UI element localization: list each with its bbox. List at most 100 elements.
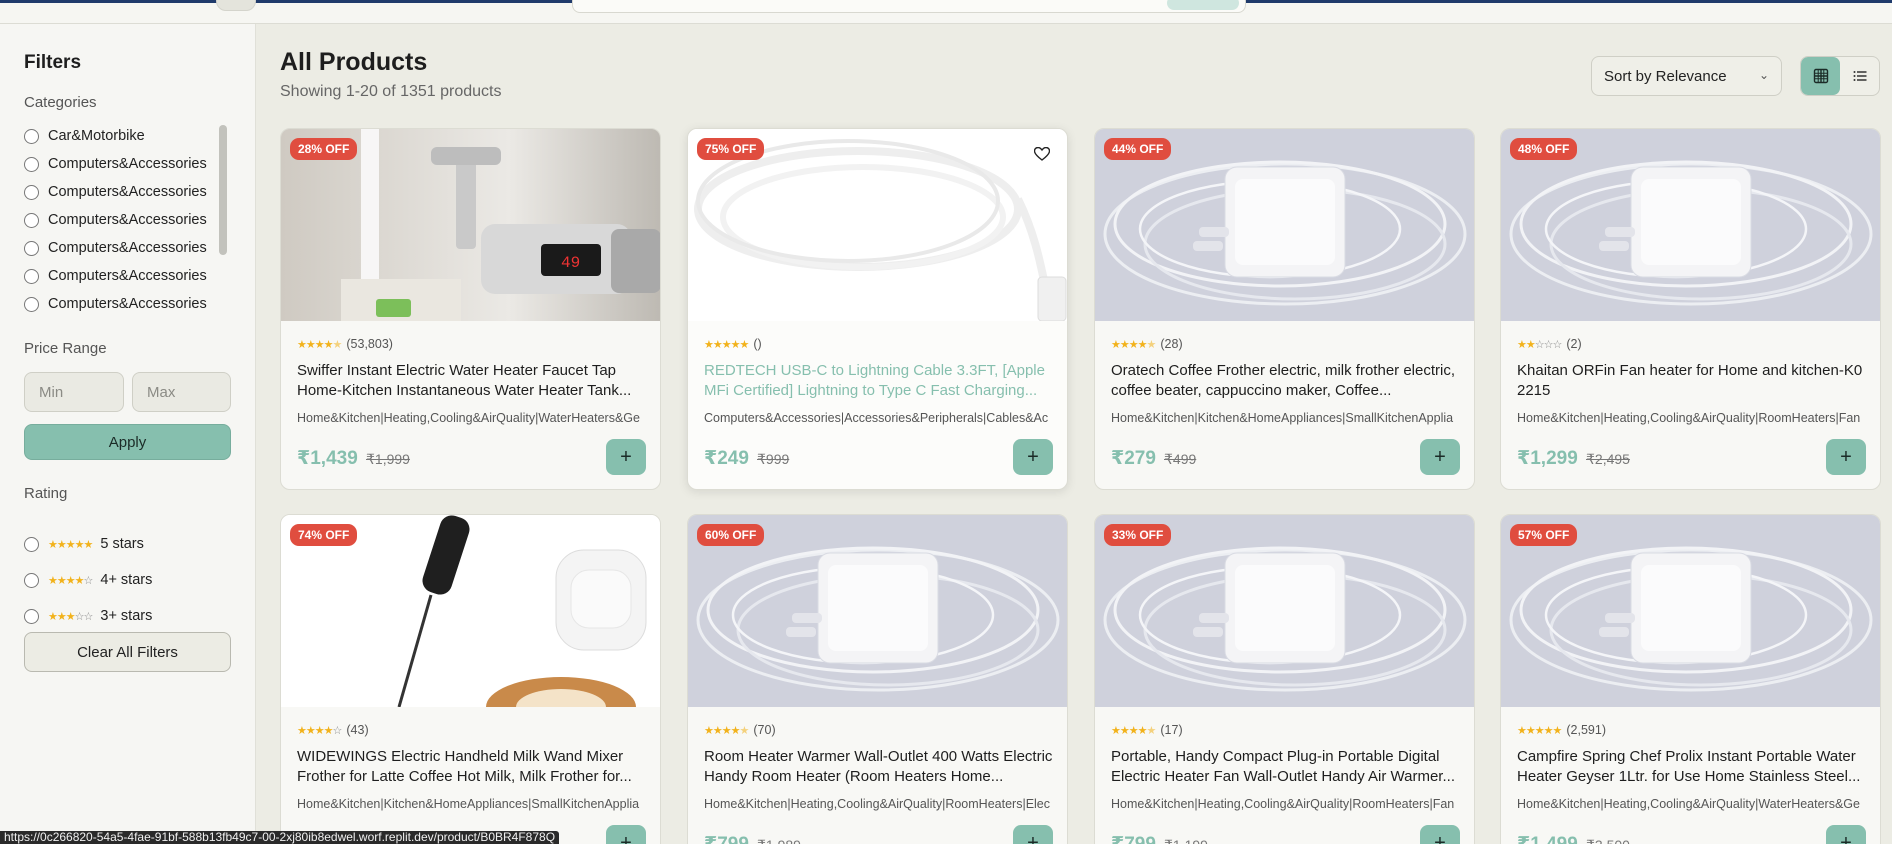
- product-price: ₹799: [1111, 833, 1156, 844]
- radio-button[interactable]: [24, 212, 39, 228]
- product-title[interactable]: REDTECH USB-C to Lightning Cable 3.3FT, …: [704, 361, 1054, 403]
- add-to-cart-button[interactable]: +: [606, 825, 646, 844]
- product-rating: ★★★★★ (28): [1111, 337, 1183, 351]
- add-to-cart-button[interactable]: +: [1013, 439, 1053, 475]
- product-title[interactable]: Oratech Coffee Frother electric, milk fr…: [1111, 361, 1461, 403]
- category-option[interactable]: Computers&Accessories: [24, 234, 224, 262]
- radio-button[interactable]: [24, 240, 39, 256]
- add-to-cart-button[interactable]: +: [1826, 825, 1866, 844]
- review-count: (53,803): [346, 337, 393, 351]
- star-rating-icon: ★★★★★: [704, 338, 749, 351]
- product-title[interactable]: Swiffer Instant Electric Water Heater Fa…: [297, 361, 647, 403]
- product-price: ₹279: [1111, 448, 1156, 469]
- product-title[interactable]: Campfire Spring Chef Prolix Instant Port…: [1517, 747, 1867, 789]
- rating-option[interactable]: ★★★★★ 5 stars: [24, 536, 144, 552]
- product-rating: ★★☆☆☆ (2): [1517, 337, 1582, 351]
- add-to-cart-button[interactable]: +: [606, 439, 646, 475]
- product-mrp: ₹1,199: [1164, 837, 1208, 844]
- category-scrollbar-thumb[interactable]: [219, 125, 227, 255]
- category-option[interactable]: Computers&Accessories: [24, 150, 224, 178]
- product-rating: ★★★★☆ (43): [297, 723, 369, 737]
- sort-dropdown[interactable]: Sort by Relevance ⌄: [1591, 56, 1782, 96]
- nav-pill-button[interactable]: [216, 0, 256, 11]
- product-card[interactable]: 44% OFF ★★★★★ (28) Oratech Coffee Frother e…: [1094, 128, 1475, 490]
- product-card[interactable]: 75% OFF ★★★★★ () REDTECH USB-C to Lightning…: [687, 128, 1068, 490]
- radio-button[interactable]: [24, 268, 39, 284]
- category-scrollbar[interactable]: [219, 125, 227, 319]
- list-view-button[interactable]: [1840, 57, 1879, 95]
- product-mrp: ₹1,999: [366, 451, 410, 467]
- results-count: Showing 1-20 of 1351 products: [280, 83, 502, 100]
- product-card[interactable]: 57% OFF ★★★★★ (2,591) Campfire Spring Chef …: [1500, 514, 1881, 844]
- radio-button[interactable]: [24, 572, 39, 588]
- radio-button[interactable]: [24, 296, 39, 312]
- product-title[interactable]: Khaitan ORFin Fan heater for Home and ki…: [1517, 361, 1867, 403]
- radio-button[interactable]: [24, 128, 39, 144]
- svg-text:49: 49: [561, 254, 580, 272]
- category-option[interactable]: Computers&Accessories: [24, 262, 224, 290]
- category-label: Computers&Accessories: [48, 240, 207, 256]
- min-price-input[interactable]: [24, 372, 124, 412]
- product-category: Home&Kitchen|Heating,Cooling&AirQuality|…: [297, 411, 640, 425]
- star-rating-icon: ★★★★★: [1111, 338, 1156, 351]
- rating-option[interactable]: ★★★★☆ 4+ stars: [24, 572, 152, 588]
- review-count: (2,591): [1566, 723, 1606, 737]
- product-title[interactable]: Room Heater Warmer Wall-Outlet 400 Watts…: [704, 747, 1054, 789]
- category-label: Computers&Accessories: [48, 156, 207, 172]
- review-count: (43): [346, 723, 369, 737]
- radio-button[interactable]: [24, 184, 39, 200]
- star-rating-icon: ★★☆☆☆: [1517, 338, 1562, 351]
- add-to-cart-button[interactable]: +: [1013, 825, 1053, 844]
- product-mrp: ₹1,989: [757, 837, 801, 844]
- max-price-input[interactable]: [132, 372, 231, 412]
- product-card[interactable]: 33% OFF ★★★★★ (17) Portable, Handy Compact …: [1094, 514, 1475, 844]
- rating-title: Rating: [24, 485, 68, 502]
- category-option[interactable]: Car&Motorbike: [24, 122, 224, 150]
- plus-icon: +: [1434, 445, 1446, 468]
- category-option[interactable]: Computers&Accessories: [24, 206, 224, 234]
- star-rating-icon: ★★★★★: [704, 724, 749, 737]
- category-label: Car&Motorbike: [48, 128, 145, 144]
- product-title[interactable]: Portable, Handy Compact Plug-in Portable…: [1111, 747, 1461, 789]
- product-card[interactable]: 60% OFF ★★★★★ (70) Room Heater Warmer Wall-…: [687, 514, 1068, 844]
- product-price: ₹1,439: [297, 448, 358, 469]
- product-card[interactable]: 49 28% OFF ★★★★★ (53,803) Swiffer Instant El…: [280, 128, 661, 490]
- apply-price-button[interactable]: Apply: [24, 424, 231, 460]
- clear-all-filters-button[interactable]: Clear All Filters: [24, 632, 231, 672]
- rating-option[interactable]: ★★★☆☆ 3+ stars: [24, 608, 152, 624]
- radio-button[interactable]: [24, 156, 39, 172]
- discount-badge: 60% OFF: [697, 524, 765, 546]
- discount-badge: 48% OFF: [1510, 138, 1578, 160]
- star-rating-icon: ★★★★★: [1517, 724, 1562, 737]
- add-to-cart-button[interactable]: +: [1826, 439, 1866, 475]
- heart-icon: [1034, 147, 1050, 161]
- grid-view-button[interactable]: [1801, 57, 1840, 95]
- product-mrp: ₹2,495: [1586, 451, 1630, 467]
- star-rating-icon: ★★★★☆: [297, 724, 342, 737]
- add-to-cart-button[interactable]: +: [1420, 439, 1460, 475]
- radio-button[interactable]: [24, 608, 39, 624]
- search-bar[interactable]: [572, 0, 1246, 13]
- product-rating: ★★★★★ (2,591): [1517, 723, 1606, 737]
- page-title: All Products: [280, 48, 428, 76]
- sort-dropdown-value: Sort by Relevance: [1604, 67, 1727, 85]
- status-bar-url: https://0c266820-54a5-4fae-91bf-588b13fb…: [0, 831, 560, 844]
- add-to-cart-button[interactable]: +: [1420, 825, 1460, 844]
- top-nav-bar: [0, 0, 1892, 24]
- rating-label: 5 stars: [100, 536, 144, 552]
- discount-badge: 75% OFF: [697, 138, 765, 160]
- category-label: Computers&Accessories: [48, 212, 207, 228]
- product-title[interactable]: WIDEWINGS Electric Handheld Milk Wand Mi…: [297, 747, 647, 789]
- product-price: ₹249: [704, 448, 749, 469]
- wishlist-button[interactable]: [1029, 141, 1055, 167]
- product-mrp: ₹3,500: [1586, 837, 1630, 844]
- category-option[interactable]: Computers&Accessories: [24, 178, 224, 206]
- star-rating-icon: ★★★★★: [48, 538, 93, 551]
- discount-badge: 74% OFF: [290, 524, 358, 546]
- product-card[interactable]: 48% OFF ★★☆☆☆ (2) Khaitan ORFin Fan heater …: [1500, 128, 1881, 490]
- search-button[interactable]: [1167, 0, 1239, 10]
- discount-badge: 57% OFF: [1510, 524, 1578, 546]
- radio-button[interactable]: [24, 536, 39, 552]
- category-option[interactable]: Computers&Accessories: [24, 290, 224, 318]
- product-card[interactable]: 74% OFF ★★★★☆ (43) WIDEWINGS Electric Handh…: [280, 514, 661, 844]
